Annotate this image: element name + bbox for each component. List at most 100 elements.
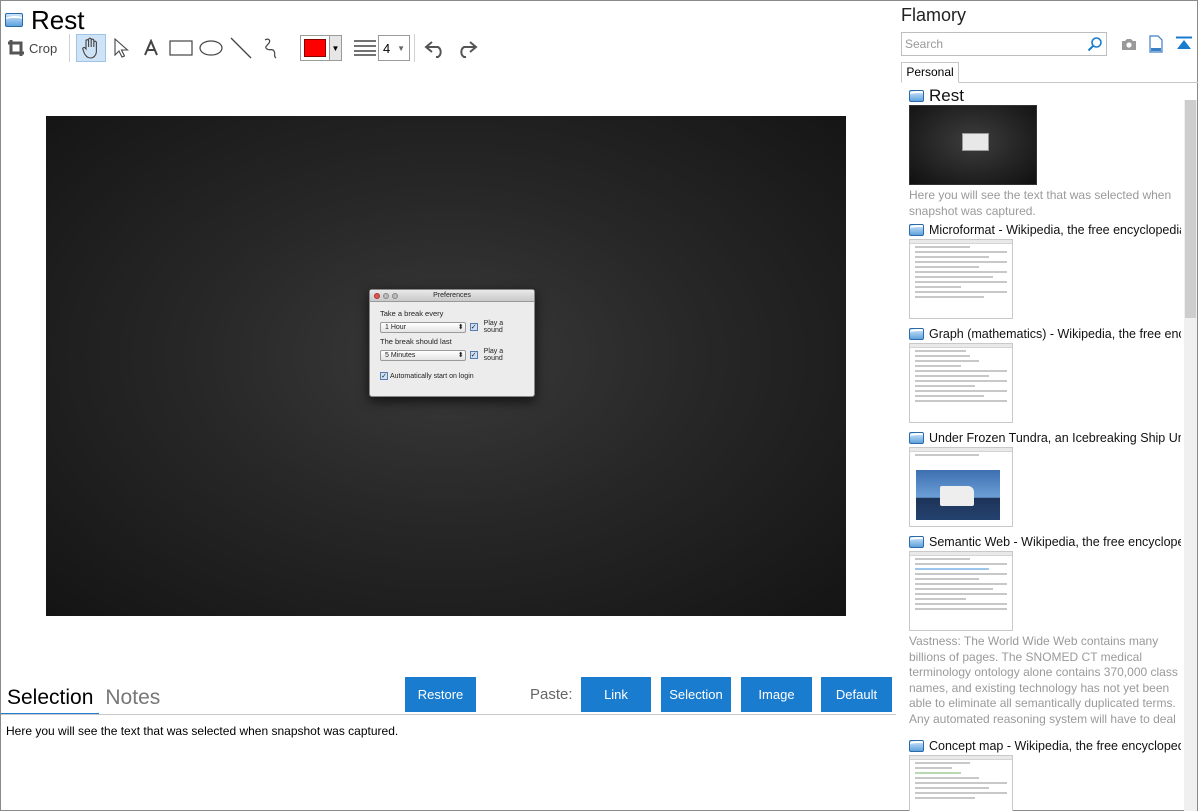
pin-top-button[interactable] [1174, 35, 1194, 53]
dialog-title: Preferences [433, 292, 471, 299]
item-description: Here you will see the text that was sele… [909, 188, 1172, 218]
text-icon [144, 39, 158, 56]
dialog-titlebar: Preferences [370, 290, 534, 302]
chevron-down-icon: ▼ [397, 43, 405, 53]
line-width-select[interactable]: 4 ▼ [378, 35, 410, 61]
redo-icon [460, 41, 478, 58]
rectangle-tool-button[interactable] [166, 34, 196, 62]
document-button[interactable] [1146, 35, 1166, 53]
document-icon [1149, 35, 1163, 53]
item-thumbnail [909, 551, 1013, 631]
crop-button[interactable]: Crop [5, 34, 65, 62]
tab-notes[interactable]: Notes [99, 682, 166, 715]
checkbox-icon: ✓ [469, 323, 478, 331]
ellipse-tool-button[interactable] [196, 34, 226, 62]
line-width-value: 4 [383, 40, 391, 56]
item-title: Rest [929, 88, 964, 104]
line-tool-button[interactable] [226, 34, 256, 62]
paste-selection-button[interactable]: Selection [661, 677, 731, 712]
snapshot-icon [909, 90, 924, 102]
rectangle-icon [169, 40, 193, 56]
item-title: Microformat - Wikipedia, the free encycl… [929, 223, 1181, 237]
scrollbar[interactable] [1184, 100, 1197, 811]
window-title: Rest [31, 5, 85, 35]
item-title: Semantic Web - Wikipedia, the free encyc… [929, 535, 1181, 549]
break-every-label: Take a break every [380, 309, 444, 318]
item-thumbnail [909, 343, 1013, 423]
line-width-icon [352, 34, 378, 62]
pointer-icon [114, 38, 129, 58]
snapshot-icon [909, 432, 924, 444]
list-item[interactable]: Rest Here you will see the text that was… [909, 88, 1181, 219]
item-title: Graph (mathematics) - Wikipedia, the fre… [929, 327, 1181, 341]
crop-icon [8, 40, 24, 56]
pin-top-icon [1176, 36, 1192, 49]
crop-label: Crop [29, 40, 58, 56]
restore-button[interactable]: Restore [405, 677, 476, 712]
flamory-window: Rest Crop ▼ 4 ▼ Preferences Take a break… [0, 0, 1198, 811]
text-tool-button[interactable] [136, 34, 166, 62]
scrollbar-thumb[interactable] [1185, 100, 1196, 318]
break-last-label: The break should last [380, 337, 452, 346]
snapshot-icon [909, 740, 924, 752]
paste-link-button[interactable]: Link [581, 677, 651, 712]
tab-divider [1, 714, 896, 715]
break-every-select: 1 Hour [380, 321, 466, 333]
checkbox-icon: ✓ [469, 351, 478, 359]
title-bar: Rest [5, 5, 84, 35]
item-title: Under Frozen Tundra, an Icebreaking Ship… [929, 431, 1181, 445]
toolbar-divider [69, 34, 70, 62]
redo-button[interactable] [451, 34, 481, 62]
play-sound-label: Play a sound [483, 348, 504, 362]
snapshot-icon [909, 536, 924, 548]
tab-personal[interactable]: Personal [901, 62, 959, 83]
ellipse-icon [199, 40, 223, 56]
line-icon [230, 37, 252, 59]
paste-default-button[interactable]: Default [821, 677, 892, 712]
bottom-tabs: Selection Notes [1, 680, 166, 715]
checkbox-icon: ✓ [380, 372, 388, 381]
sidebar-tabs: Personal [901, 62, 1198, 83]
camera-button[interactable] [1119, 35, 1139, 53]
list-item[interactable]: Semantic Web - Wikipedia, the free encyc… [909, 534, 1181, 726]
snapshot-image[interactable]: Preferences Take a break every 1 Hour ✓ P… [46, 116, 846, 616]
undo-icon [424, 41, 442, 58]
snapshot-editor: Rest Crop ▼ 4 ▼ Preferences Take a break… [1, 1, 896, 811]
selection-text[interactable]: Here you will see the text that was sele… [6, 724, 398, 738]
play-sound-label: Play a sound [483, 320, 504, 334]
auto-start-label: Automatically start on login [390, 373, 474, 380]
freehand-tool-button[interactable] [256, 34, 286, 62]
paste-label: Paste: [530, 686, 573, 703]
item-description: Vastness: The World Wide Web contains ma… [909, 634, 1178, 726]
tab-selection[interactable]: Selection [1, 682, 100, 715]
snapshot-list: Rest Here you will see the text that was… [909, 88, 1181, 811]
item-thumbnail [909, 105, 1037, 185]
pointer-tool-button[interactable] [106, 34, 136, 62]
undo-button[interactable] [421, 34, 451, 62]
search-input[interactable]: Search [901, 32, 1107, 56]
list-item[interactable]: Under Frozen Tundra, an Icebreaking Ship… [909, 430, 1181, 527]
search-placeholder: Search [905, 37, 944, 51]
sidebar-title: Flamory [901, 5, 967, 25]
item-thumbnail [909, 447, 1013, 527]
window-controls [374, 293, 398, 299]
snapshot-icon [5, 13, 23, 27]
list-item[interactable]: Graph (mathematics) - Wikipedia, the fre… [909, 326, 1181, 423]
item-thumbnail [909, 755, 1013, 811]
item-title: Concept map - Wikipedia, the free encycl… [929, 739, 1181, 753]
paste-image-button[interactable]: Image [741, 677, 812, 712]
hand-icon [82, 37, 97, 59]
freehand-icon [264, 38, 277, 59]
chevron-down-icon: ▼ [329, 36, 341, 60]
list-item[interactable]: Microformat - Wikipedia, the free encycl… [909, 222, 1181, 319]
list-item[interactable]: Concept map - Wikipedia, the free encycl… [909, 738, 1181, 811]
color-swatch [304, 39, 326, 57]
preferences-dialog: Preferences Take a break every 1 Hour ✓ P… [369, 289, 535, 397]
search-icon [1087, 37, 1102, 52]
color-picker[interactable]: ▼ [300, 35, 342, 61]
toolbar-divider [414, 34, 415, 62]
annotation-toolbar: Crop ▼ 4 ▼ [5, 33, 481, 63]
flamory-sidebar: Flamory Search Personal Rest Here you wi… [897, 1, 1198, 811]
snapshot-icon [909, 224, 924, 236]
hand-tool-button[interactable] [76, 34, 106, 62]
